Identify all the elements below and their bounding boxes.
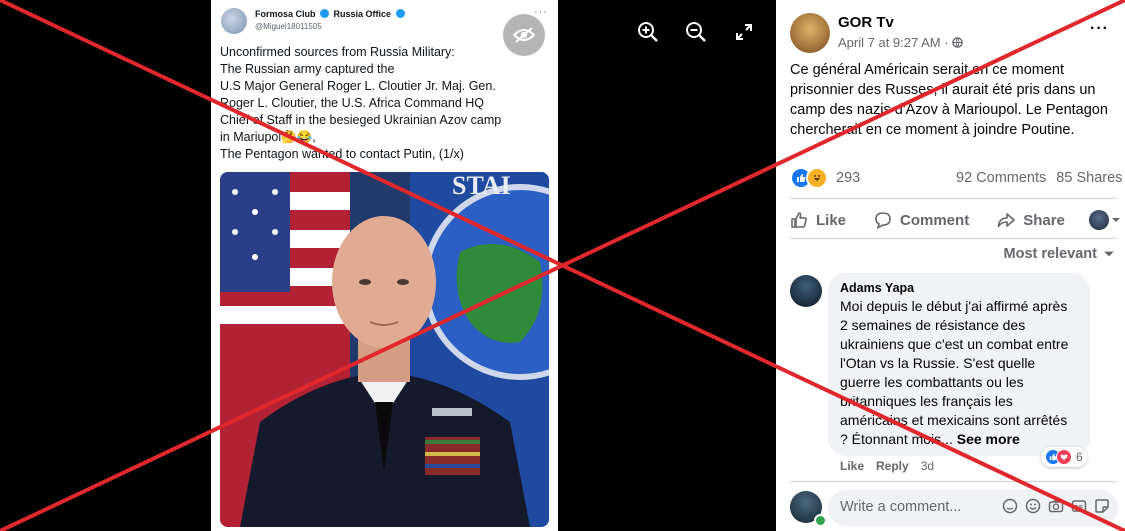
online-status-icon xyxy=(814,514,827,527)
camera-icon[interactable] xyxy=(1048,498,1064,514)
hide-media-button[interactable] xyxy=(503,14,545,56)
tweet-text: Unconfirmed sources from Russia Military… xyxy=(220,44,550,163)
share-icon xyxy=(997,213,1015,228)
tweet-line: Roger L. Cloutier, the U.S. Africa Comma… xyxy=(220,96,484,110)
post-author[interactable]: GOR Tv xyxy=(838,14,894,31)
commenter-avatar[interactable] xyxy=(790,275,822,307)
like-label: Like xyxy=(816,211,847,229)
caret-down-icon xyxy=(1104,251,1114,257)
comment-actions: Like Reply 3d xyxy=(840,459,934,473)
tweet-line: Unconfirmed sources from Russia Military… xyxy=(220,45,455,59)
tweet-screenshot: Formosa Club Russia Office @Miguel180115… xyxy=(211,0,558,531)
tweet-line: U.S Major General Roger L. Cloutier Jr. … xyxy=(220,79,496,93)
sticker-icon[interactable] xyxy=(1094,498,1110,514)
engagement-counts: 92 Comments 85 Shares xyxy=(956,170,1122,186)
emoji-icon[interactable] xyxy=(1025,498,1041,514)
tweet-more-icon: ··· xyxy=(534,6,548,18)
write-comment-input[interactable]: Write a comment... GIF xyxy=(828,490,1118,526)
tweet-name-part-b: Russia Office xyxy=(333,9,392,19)
react-as-selector[interactable] xyxy=(1089,210,1121,230)
comment-age[interactable]: 3d xyxy=(921,459,934,473)
general-portrait-image: STAI xyxy=(220,172,549,527)
zoom-out-button[interactable] xyxy=(684,20,708,44)
comment-reaction-count: 6 xyxy=(1076,450,1083,464)
tweet-line: The Pentagon wanted to contact Putin, (1… xyxy=(220,147,464,161)
divider xyxy=(790,198,1117,199)
comment-icon xyxy=(875,212,891,229)
post-time-text[interactable]: April 7 at 9:27 AM · xyxy=(838,35,952,50)
write-comment-placeholder: Write a comment... xyxy=(840,499,962,515)
avatar-sticker-icon[interactable] xyxy=(1002,498,1018,514)
zoom-in-button[interactable] xyxy=(636,20,660,44)
tweet-line: The Russian army captured the xyxy=(220,62,395,76)
post-timestamp[interactable]: April 7 at 9:27 AM · xyxy=(838,35,963,50)
zoom-out-icon xyxy=(686,22,706,42)
caret-down-icon xyxy=(1112,218,1120,222)
svg-text:GIF: GIF xyxy=(1074,505,1084,511)
gif-icon[interactable]: GIF xyxy=(1071,498,1087,514)
tweet-line: Chief of Staff in the besieged Ukrainian… xyxy=(220,113,502,127)
sort-label: Most relevant xyxy=(1003,246,1097,262)
reactions-summary[interactable]: 293 xyxy=(790,167,861,189)
globe-icon xyxy=(320,9,330,18)
zoom-in-icon xyxy=(638,22,658,42)
media-viewer: Formosa Club Russia Office @Miguel180115… xyxy=(0,0,776,531)
love-reaction-icon xyxy=(1056,449,1072,465)
like-button[interactable]: Like xyxy=(790,211,846,229)
shares-count-link[interactable]: 85 Shares xyxy=(1056,170,1122,186)
viewer-avatar xyxy=(1089,210,1109,230)
tweet-header: Formosa Club Russia Office @Miguel180115… xyxy=(221,6,548,40)
share-button[interactable]: Share xyxy=(997,211,1065,229)
share-label: Share xyxy=(1023,211,1065,229)
comments-count-link[interactable]: 92 Comments xyxy=(956,170,1046,186)
tweet-line: in Mariupol🤔😂, xyxy=(220,130,316,144)
comment-label: Comment xyxy=(900,211,970,229)
divider xyxy=(790,238,1117,239)
post-panel: GOR Tv April 7 at 9:27 AM · ··· Ce génér… xyxy=(776,0,1125,531)
comment-button[interactable]: Comment xyxy=(874,211,969,229)
fullscreen-button[interactable] xyxy=(732,20,756,44)
tweet-handle: @Miguel18011505 xyxy=(255,22,322,31)
eye-slash-icon xyxy=(513,27,535,43)
thumbs-up-icon xyxy=(791,212,807,228)
haha-reaction-icon xyxy=(806,167,828,189)
tweet-name-part-a: Formosa Club xyxy=(255,9,316,19)
comment-reply-button[interactable]: Reply xyxy=(876,459,909,473)
fullscreen-icon xyxy=(736,24,752,40)
comment-bubble: Adams Yapa Moi depuis le début j'ai affi… xyxy=(828,273,1090,456)
post-more-button[interactable]: ··· xyxy=(1090,20,1109,38)
author-avatar[interactable] xyxy=(790,13,830,53)
post-text: Ce général Américain serait en ce moment… xyxy=(790,62,1108,138)
seal-banner-text: STAI xyxy=(452,172,511,200)
divider xyxy=(790,481,1117,482)
see-more-link[interactable]: See more xyxy=(957,431,1020,447)
comment-sort-dropdown[interactable]: Most relevant xyxy=(1004,246,1115,262)
comment-input-tools: GIF xyxy=(1002,498,1110,514)
comment-body: Moi depuis le début j'ai affirmé après 2… xyxy=(840,298,1069,447)
tweet-avatar xyxy=(221,8,247,34)
reactions-count: 293 xyxy=(836,170,861,186)
post-action-bar: Like Comment Share xyxy=(790,205,1119,235)
comment-like-button[interactable]: Like xyxy=(840,459,864,473)
tweet-display-name: Formosa Club Russia Office xyxy=(255,9,407,19)
commenter-name[interactable]: Adams Yapa xyxy=(840,281,1078,295)
tweet-photo: STAI xyxy=(220,172,549,527)
comment-reactions[interactable]: 6 xyxy=(1041,447,1087,467)
globe-icon xyxy=(952,37,963,48)
comment-text: Moi depuis le début j'ai affirmé après 2… xyxy=(840,297,1078,449)
globe-icon xyxy=(395,9,405,18)
